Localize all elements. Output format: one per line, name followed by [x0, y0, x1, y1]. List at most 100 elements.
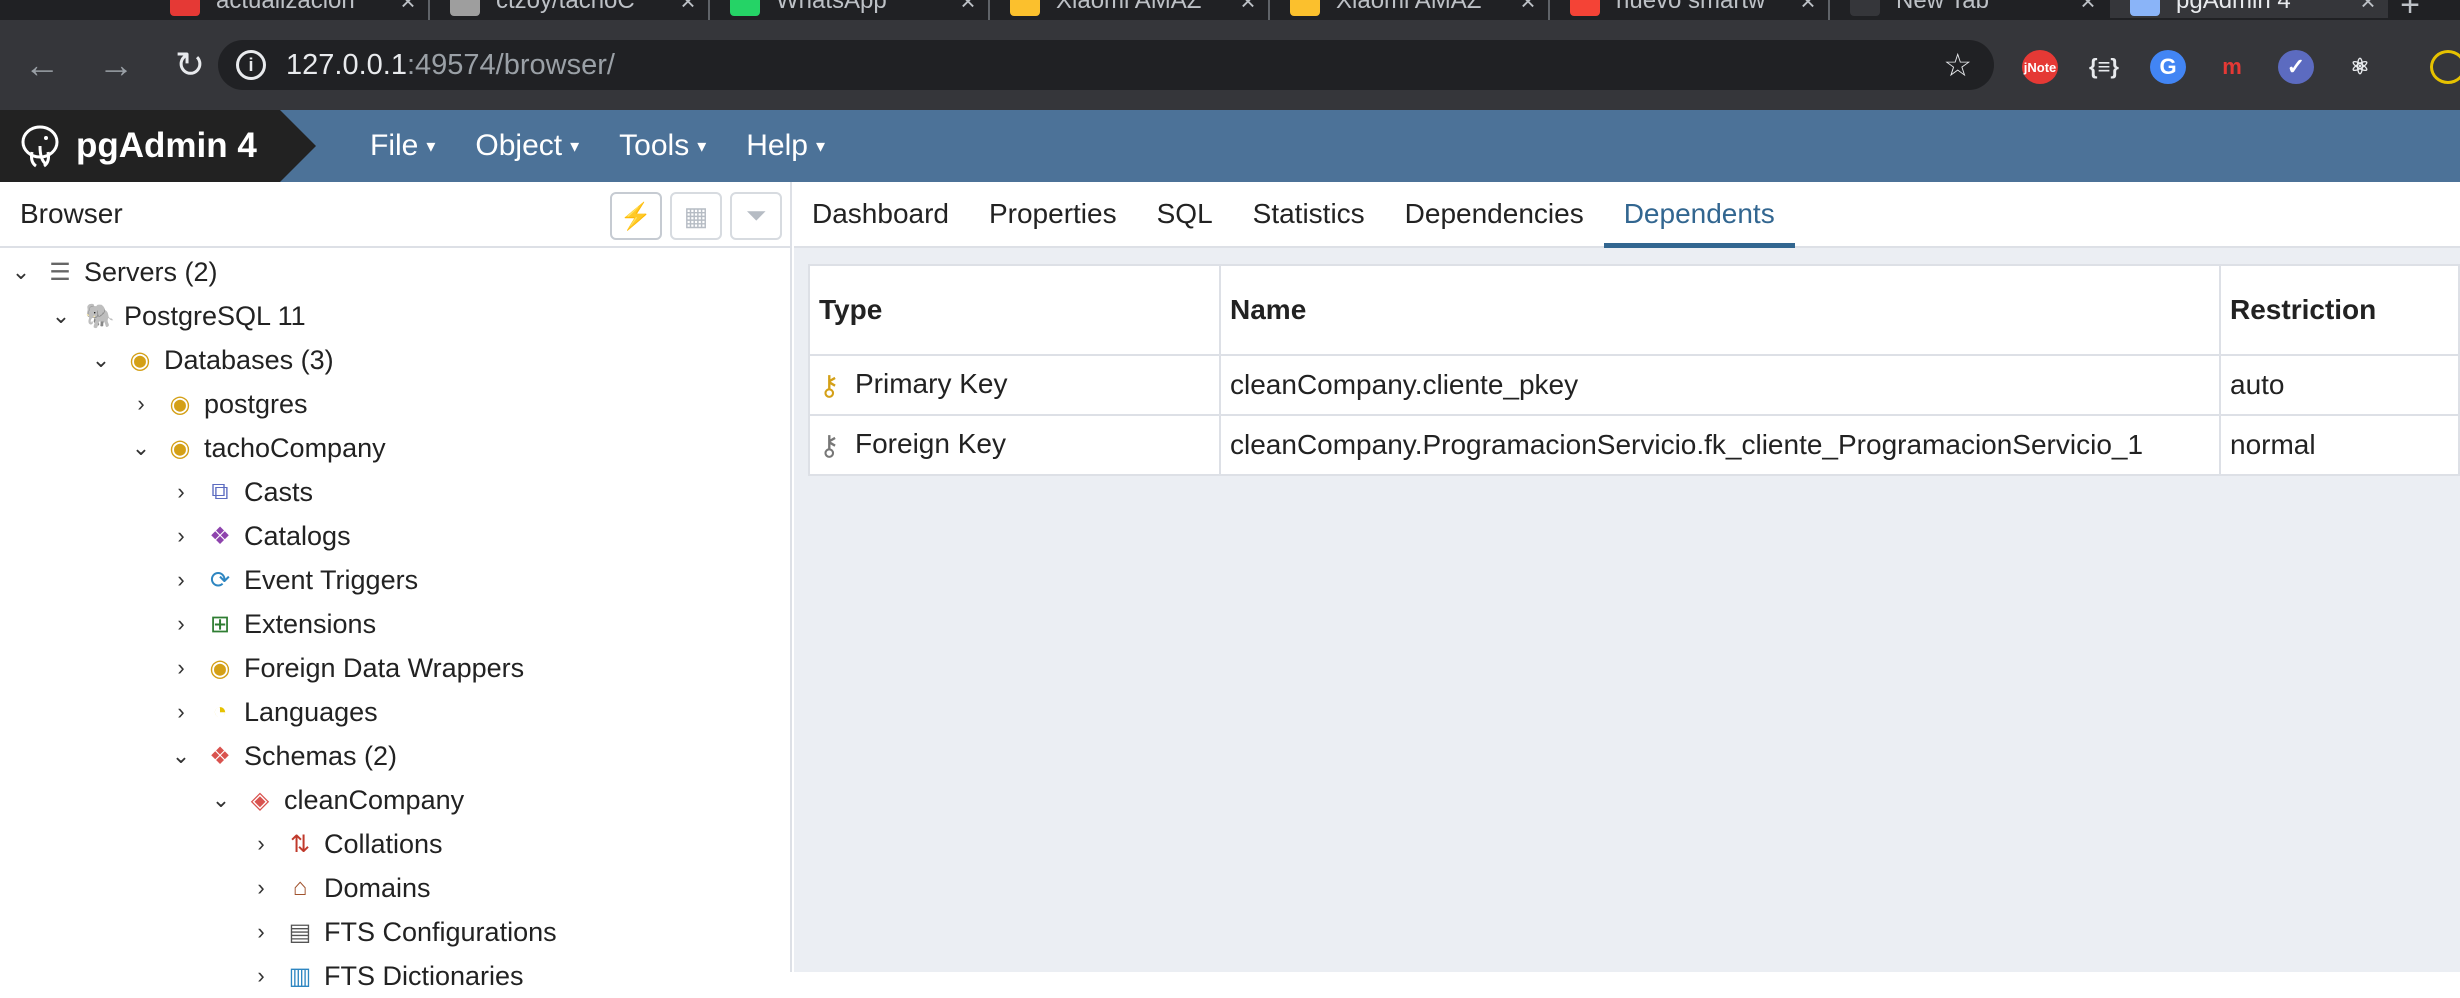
address-bar[interactable]: i 127.0.0.1:49574/browser/ ☆ [218, 40, 1994, 90]
tab-close-icon[interactable]: × [388, 0, 428, 17]
chevron-right-icon[interactable]: › [166, 479, 196, 505]
menu-object[interactable]: Object ▾ [475, 129, 579, 163]
site-info-icon[interactable]: i [236, 50, 266, 80]
main-menu: File ▾ Object ▾ Tools ▾ Help ▾ [370, 110, 865, 182]
tree-node[interactable]: › ▤ FTS Configurations [246, 910, 556, 954]
menu-help[interactable]: Help ▾ [746, 129, 825, 163]
menu-label: Tools [619, 129, 690, 162]
chevron-right-icon[interactable]: › [126, 391, 156, 417]
tree-node[interactable]: › ◉ Foreign Data Wrappers [166, 646, 524, 690]
tab-title: actualizacion [216, 0, 355, 14]
browser-tab[interactable]: nuevo smartw × [1550, 0, 1828, 18]
tab-close-icon[interactable]: × [668, 0, 708, 17]
elephant-logo-icon [21, 125, 59, 168]
tab-title: WhatsApp [776, 0, 887, 14]
tree-node[interactable]: ⌄ ◈ cleanCompany [206, 778, 464, 822]
chevron-right-icon[interactable]: › [166, 523, 196, 549]
bookmark-star-icon[interactable]: ☆ [1943, 46, 1972, 84]
chevron-down-icon[interactable]: ⌄ [126, 435, 156, 461]
table-row[interactable]: ⚷ Foreign Key cleanCompany.ProgramacionSer… [808, 414, 2460, 476]
filter-rows-button[interactable]: ⏷ [730, 192, 782, 240]
chevron-right-icon[interactable]: › [246, 875, 276, 901]
back-icon[interactable]: ← [10, 33, 74, 97]
chevron-right-icon[interactable]: › [246, 963, 276, 989]
extension-icon[interactable]: {≡} [2086, 50, 2122, 84]
chevron-down-icon: ▾ [697, 135, 707, 156]
view-data-button[interactable]: ▦ [670, 192, 722, 240]
table-row[interactable]: ⚷ Primary Key cleanCompany.cliente_pkey aut… [808, 354, 2460, 416]
chevron-right-icon[interactable]: › [246, 831, 276, 857]
database-icon: ◉ [169, 390, 191, 418]
languages-icon: ◔ [212, 698, 228, 725]
tab-properties[interactable]: Properties [969, 198, 1137, 246]
new-tab-icon[interactable]: + [2400, 0, 2420, 20]
forward-icon[interactable]: → [84, 33, 148, 97]
tab-statistics[interactable]: Statistics [1233, 198, 1385, 246]
tree-node[interactable]: ⌄ ◉ tachoCompany [126, 426, 386, 470]
tree-node[interactable]: ⌄ ❖ Schemas (2) [166, 734, 397, 778]
tab-favicon-icon [450, 0, 480, 16]
chevron-down-icon[interactable]: ⌄ [46, 303, 76, 329]
query-tool-button[interactable]: ⚡ [610, 192, 662, 240]
chevron-right-icon[interactable]: › [166, 611, 196, 637]
menu-label: Help [746, 129, 808, 162]
column-header-name[interactable]: Name [1219, 264, 2221, 356]
extension-icon[interactable]: G [2150, 50, 2186, 84]
extension-icon[interactable]: jNote [2022, 50, 2058, 84]
tab-dependents[interactable]: Dependents [1603, 198, 1795, 248]
tree-node[interactable]: › ◔ Languages [166, 690, 377, 734]
chevron-down-icon[interactable]: ⌄ [206, 787, 236, 813]
chevron-right-icon[interactable]: › [166, 655, 196, 681]
tab-favicon-icon [1850, 0, 1880, 16]
tab-sql[interactable]: SQL [1137, 198, 1233, 246]
extension-icon[interactable]: ✓ [2278, 50, 2314, 84]
chevron-right-icon[interactable]: › [246, 919, 276, 945]
extension-icon[interactable]: ⚛ [2342, 50, 2378, 84]
tab-close-icon[interactable]: × [1788, 0, 1828, 17]
tree-node[interactable]: › ❖ Catalogs [166, 514, 350, 558]
tab-close-icon[interactable]: × [948, 0, 988, 17]
tree-node[interactable]: › ⊞ Extensions [166, 602, 376, 646]
column-header-restriction[interactable]: Restriction [2219, 264, 2460, 356]
tab-close-icon[interactable]: × [2068, 0, 2108, 17]
browser-tab[interactable]: actualizacion × [150, 0, 428, 18]
schemas-icon: ❖ [209, 742, 231, 770]
menu-file[interactable]: File ▾ [370, 129, 435, 163]
column-header-type[interactable]: Type [808, 264, 1221, 356]
tree-node[interactable]: › ◉ postgres [126, 382, 307, 426]
browser-tab[interactable]: New Tab × [1830, 0, 2108, 18]
tree-node[interactable]: ⌄ ☰ Servers (2) [6, 250, 218, 294]
tree-node[interactable]: › ⌂ Domains [246, 866, 430, 910]
url-text[interactable]: 127.0.0.1:49574/browser/ [286, 49, 615, 82]
tree-node[interactable]: › ▥ FTS Dictionaries [246, 954, 523, 998]
browser-tab[interactable]: WhatsApp × [710, 0, 988, 18]
cell-name: cleanCompany.cliente_pkey [1219, 354, 2221, 416]
tab-close-icon[interactable]: × [1508, 0, 1548, 17]
chevron-down-icon[interactable]: ⌄ [86, 347, 116, 373]
tree-node[interactable]: ⌄ 🐘 PostgreSQL 11 [46, 294, 306, 338]
tab-dependencies[interactable]: Dependencies [1385, 198, 1604, 246]
reload-icon[interactable]: ↻ [158, 33, 222, 97]
tab-close-icon[interactable]: × [1228, 0, 1268, 17]
chevron-right-icon[interactable]: › [166, 699, 196, 725]
browser-tab[interactable]: ctzoy/tachoC × [430, 0, 708, 18]
brand[interactable]: pgAdmin 4 [0, 110, 280, 182]
extension-icon[interactable]: m [2214, 50, 2250, 84]
browser-tab[interactable]: pgAdmin 4 × [2110, 0, 2388, 18]
tree-node[interactable]: › ⇅ Collations [246, 822, 442, 866]
tree-node[interactable]: › ⟳ Event Triggers [166, 558, 418, 602]
browser-panel-header: Browser ⚡ ▦ ⏷ [0, 182, 790, 248]
chevron-down-icon[interactable]: ⌄ [6, 259, 36, 285]
browser-tab[interactable]: Xiaomi AMAZ × [1270, 0, 1548, 18]
chevron-down-icon[interactable]: ⌄ [166, 743, 196, 769]
tree-node[interactable]: › ⧉ Casts [166, 470, 313, 514]
chevron-right-icon[interactable]: › [166, 567, 196, 593]
menu-tools[interactable]: Tools ▾ [619, 129, 706, 163]
tab-separator [428, 0, 430, 20]
fts-dictionaries-icon: ▥ [288, 962, 312, 990]
tab-dashboard[interactable]: Dashboard [812, 198, 969, 246]
profile-avatar-icon[interactable] [2430, 50, 2460, 84]
tab-close-icon[interactable]: × [2348, 0, 2388, 17]
browser-tab[interactable]: Xiaomi AMAZ × [990, 0, 1268, 18]
tree-node[interactable]: ⌄ ◉ Databases (3) [86, 338, 334, 382]
